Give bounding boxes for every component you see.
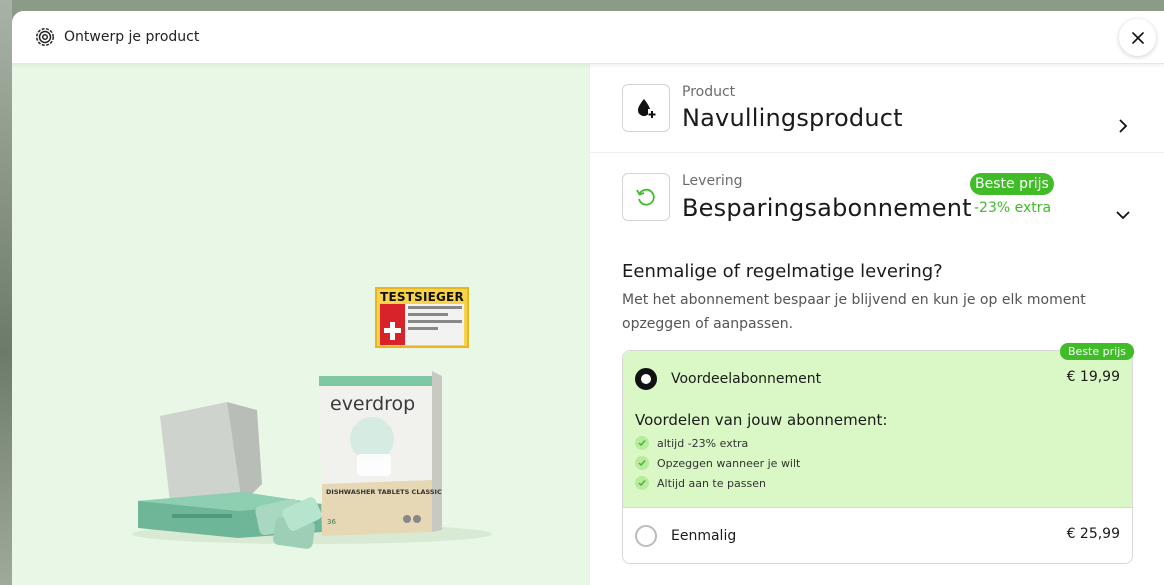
discount-text: -23% extra [974,200,1052,216]
seal-title: TESTSIEGER [380,290,464,304]
check-icon [635,476,649,490]
option-best-price-badge: Beste prijs [1060,343,1134,360]
delivery-value: Besparingsabonnement [682,194,972,222]
close-icon [1131,31,1144,44]
brand-logo: everdrop [330,393,415,415]
option-subscription-name: Voordeelabonnement [671,371,822,387]
chevron-down-icon [1116,211,1130,220]
option-one-time-price: € 25,99 [1066,526,1120,542]
check-icon [635,456,649,470]
refresh-icon [622,173,670,221]
option-subscription[interactable]: Voordeelabonnement € 19,99 Voordelen van… [623,351,1132,508]
radio-subscription[interactable] [635,368,657,390]
option-subscription-price: € 19,99 [1066,369,1120,385]
benefit-item: Opzeggen wanneer je wilt [635,455,800,471]
best-price-badge: Beste prijs [970,173,1054,195]
delivery-options: Voordeelabonnement € 19,99 Voordelen van… [622,343,1134,564]
chevron-right-icon [1119,119,1128,133]
benefit-item: altijd -23% extra [635,435,748,451]
benefits-title: Voordelen van jouw abonnement: [635,411,888,429]
delivery-question: Eenmalige of regelmatige levering? [622,261,943,282]
modal-title: Ontwerp je product [64,29,200,45]
delivery-label: Levering [682,173,743,189]
check-icon [635,436,649,450]
modal-header: Ontwerp je product [12,11,1164,64]
product-illustration: everdrop DISHWASHER TABLETS CLASSIC 36 [132,371,492,549]
box-count: 36 [327,518,336,526]
delivery-description: Met het abonnement bespaar je blijvend e… [622,292,1086,332]
option-one-time-name: Eenmalig [671,528,737,544]
gear-icon [36,28,54,46]
option-one-time[interactable]: Eenmalig € 25,99 [623,508,1132,563]
product-section[interactable]: Product Navullingsproduct [590,64,1164,153]
radio-one-time[interactable] [635,525,657,547]
design-product-modal: Ontwerp je product everdrop DISHWASHER T… [12,11,1164,585]
delivery-section[interactable]: Levering Besparingsabonnement Beste prij… [590,153,1164,243]
backdrop [0,0,12,585]
configuration-panel: Product Navullingsproduct Levering Bespa… [589,64,1164,585]
benefit-item: Altijd aan te passen [635,475,766,491]
product-label: Product [682,84,736,100]
product-value: Navullingsproduct [682,104,903,132]
box-label: DISHWASHER TABLETS CLASSIC [326,488,442,496]
test-seal: TESTSIEGER [375,287,469,348]
product-preview-panel: everdrop DISHWASHER TABLETS CLASSIC 36 T… [12,64,589,585]
close-button[interactable] [1119,19,1156,56]
drop-plus-icon [622,84,670,132]
